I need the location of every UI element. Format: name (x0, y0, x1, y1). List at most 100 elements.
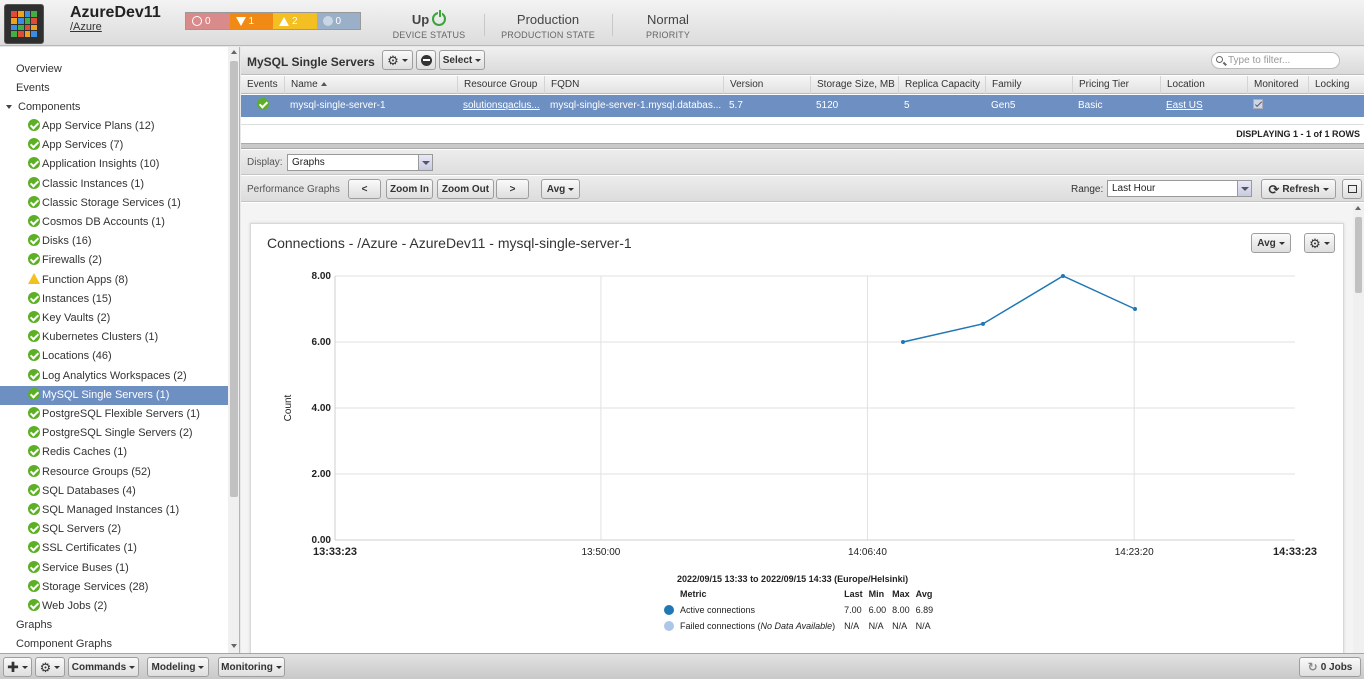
sidebar-component-item[interactable]: Disks (16) (0, 232, 228, 251)
commands-button[interactable]: Commands (68, 657, 139, 677)
sidebar-component-item[interactable]: Function Apps (8) (0, 271, 228, 290)
nav-components[interactable]: Components (0, 98, 228, 117)
filter-input[interactable]: Type to filter... (1211, 52, 1340, 69)
popout-button[interactable] (1342, 179, 1362, 199)
next-range-button[interactable]: > (496, 179, 529, 199)
col-fqdn[interactable]: FQDN (544, 76, 579, 94)
col-resource-group[interactable]: Resource Group (457, 76, 537, 94)
col-location[interactable]: Location (1160, 76, 1205, 94)
sidebar-component-item[interactable]: SQL Servers (2) (0, 520, 228, 539)
sidebar-component-item[interactable]: PostgreSQL Flexible Servers (1) (0, 405, 228, 424)
monitored-checkbox[interactable] (1253, 99, 1263, 109)
graph-gear-button[interactable]: ⚙ (1304, 233, 1335, 253)
scroll-down-icon[interactable] (231, 644, 237, 648)
scroll-up-icon[interactable] (1355, 206, 1361, 210)
row-monitored[interactable] (1247, 95, 1307, 117)
scroll-up-icon[interactable] (231, 50, 237, 54)
footer-gear-button[interactable]: ⚙ (35, 657, 65, 677)
sidebar-component-item[interactable]: Log Analytics Workspaces (2) (0, 367, 228, 386)
legend-row-active[interactable]: Active connections 7.00 6.00 8.00 6.89 (661, 602, 936, 618)
sidebar-component-item[interactable]: App Services (7) (0, 136, 228, 155)
sidebar-component-item[interactable]: Classic Storage Services (1) (0, 194, 228, 213)
range-select[interactable]: Last Hour (1107, 180, 1252, 197)
col-name[interactable]: Name (284, 76, 327, 94)
error-events[interactable]: 1 (229, 13, 273, 29)
chevron-down-icon (275, 665, 282, 669)
sidebar-component-item[interactable]: SQL Managed Instances (1) (0, 501, 228, 520)
nav-overview[interactable]: Overview (0, 60, 228, 79)
chevron-down-icon[interactable] (418, 155, 432, 170)
y-tick-label: 2.00 (312, 469, 332, 480)
col-family[interactable]: Family (985, 76, 1021, 94)
select-button[interactable]: Select (439, 50, 485, 70)
sidebar-component-item[interactable]: MySQL Single Servers (1) (0, 385, 228, 405)
zoom-out-button[interactable]: Zoom Out (437, 179, 494, 199)
info-events[interactable]: 0 (316, 13, 360, 29)
sidebar-component-item[interactable]: Classic Instances (1) (0, 175, 228, 194)
sidebar-scroll-thumb[interactable] (230, 61, 238, 497)
sidebar-component-item[interactable]: Key Vaults (2) (0, 309, 228, 328)
sidebar-component-item[interactable]: Service Buses (1) (0, 559, 228, 578)
grid-gear-button[interactable]: ⚙ (382, 50, 413, 70)
col-monitored[interactable]: Monitored (1247, 76, 1298, 94)
refresh-button[interactable]: ⟳ Refresh (1261, 179, 1336, 199)
col-version[interactable]: Version (723, 76, 763, 94)
sidebar-component-item[interactable]: Redis Caches (1) (0, 443, 228, 462)
sidebar-component-item[interactable]: SSL Certificates (1) (0, 539, 228, 558)
zoom-in-button[interactable]: Zoom In (386, 179, 433, 199)
col-events[interactable]: Events (241, 76, 278, 94)
sidebar-component-item[interactable]: App Service Plans (12) (0, 117, 228, 136)
col-storage-size[interactable]: Storage Size, MB (810, 76, 895, 94)
sidebar-component-item[interactable]: PostgreSQL Single Servers (2) (0, 424, 228, 443)
priority[interactable]: Normal PRIORITY (628, 12, 708, 40)
panel-splitter[interactable] (241, 143, 1364, 149)
warning-events[interactable]: 2 (273, 13, 317, 29)
sidebar-item-label: PostgreSQL Flexible Servers (1) (42, 408, 200, 420)
prev-range-button[interactable]: < (348, 179, 381, 199)
col-pricing-tier[interactable]: Pricing Tier (1072, 76, 1129, 94)
nav-graphs[interactable]: Graphs (0, 616, 228, 635)
display-select[interactable]: Graphs (287, 154, 433, 171)
sidebar-scrollbar[interactable] (229, 47, 239, 653)
status-ok-icon (28, 311, 40, 323)
row-name[interactable]: mysql-single-server-1 (284, 95, 456, 117)
delete-button[interactable] (416, 50, 436, 70)
sidebar-component-item[interactable]: Application Insights (10) (0, 155, 228, 174)
nav-component-graphs[interactable]: Component Graphs (0, 635, 228, 653)
chevron-down-icon[interactable] (1237, 181, 1251, 196)
event-severity-bar[interactable]: 0 1 2 0 (185, 12, 361, 30)
chevron-down-icon (54, 665, 61, 669)
sidebar-component-item[interactable]: Cosmos DB Accounts (1) (0, 213, 228, 232)
graph-scrollbar[interactable] (1353, 203, 1364, 653)
sidebar-component-item[interactable]: Firewalls (2) (0, 251, 228, 270)
sidebar-item-label: SQL Managed Instances (1) (42, 504, 180, 516)
jobs-button[interactable]: ↻ 0 Jobs (1299, 657, 1361, 677)
add-button[interactable]: ✚ (3, 657, 32, 677)
nav-events[interactable]: Events (0, 79, 228, 98)
col-locking[interactable]: Locking (1308, 76, 1349, 94)
expand-icon[interactable] (6, 105, 12, 109)
aggregation-button[interactable]: Avg (541, 179, 580, 199)
row-resource-group-link[interactable]: solutionsqaclus... (457, 95, 543, 117)
app-grid-icon[interactable] (4, 4, 44, 44)
graph-aggregation-button[interactable]: Avg (1251, 233, 1291, 253)
production-state[interactable]: Production PRODUCTION STATE (498, 12, 598, 40)
sidebar-component-item[interactable]: Storage Services (28) (0, 578, 228, 597)
row-location-link[interactable]: East US (1160, 95, 1246, 117)
sidebar-component-item[interactable]: Web Jobs (2) (0, 597, 228, 616)
device-path-link[interactable]: /Azure (70, 21, 102, 33)
sidebar-component-item[interactable]: Resource Groups (52) (0, 463, 228, 482)
sidebar-component-item[interactable]: Instances (15) (0, 290, 228, 309)
critical-events[interactable]: 0 (186, 13, 230, 29)
table-row[interactable]: mysql-single-server-1 solutionsqaclus...… (241, 95, 1364, 117)
modeling-button[interactable]: Modeling (147, 657, 209, 677)
legend-row-failed[interactable]: Failed connections (No Data Available) N… (661, 618, 936, 634)
graph-scroll-thumb[interactable] (1355, 217, 1362, 293)
device-status[interactable]: Up DEVICE STATUS (384, 10, 474, 40)
sidebar-component-item[interactable]: SQL Databases (4) (0, 482, 228, 501)
sidebar-component-item[interactable]: Kubernetes Clusters (1) (0, 328, 228, 347)
sidebar-item-label: Locations (46) (42, 350, 112, 363)
col-replica-capacity[interactable]: Replica Capacity (898, 76, 980, 94)
monitoring-button[interactable]: Monitoring (218, 657, 285, 677)
sidebar-component-item[interactable]: Locations (46) (0, 347, 228, 366)
